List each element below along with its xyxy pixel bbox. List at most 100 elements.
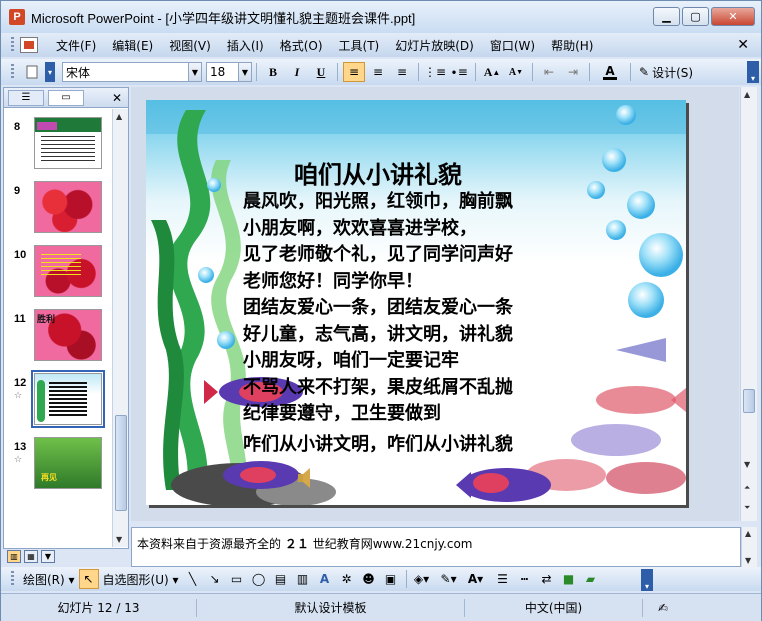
document-icon[interactable] [20, 37, 38, 53]
menu-file[interactable]: 文件(F) [48, 34, 104, 57]
menubar-grip[interactable] [11, 37, 14, 53]
window-title: Microsoft PowerPoint - [小学四年级讲文明懂礼貌主题班会课… [31, 10, 416, 26]
menu-insert[interactable]: 插入(I) [219, 34, 272, 57]
document-close-icon[interactable]: ✕ [737, 37, 749, 53]
scrollbar-thumb[interactable] [115, 415, 127, 511]
notes-pane[interactable]: 本资料来自于资源最齐全的 ２１ 世纪教育网www.21cnjy.com [131, 527, 741, 567]
menu-format[interactable]: 格式(O) [272, 34, 331, 57]
slide-canvas[interactable]: 咱们从小讲礼貌 晨风吹，阳光照，红领巾，胸前飘 小朋友啊，欢欢喜喜进学校， 见了… [146, 100, 686, 505]
new-document-icon[interactable] [21, 62, 43, 82]
decrease-indent-button[interactable]: ⇤ [538, 62, 560, 82]
line-color-button[interactable]: ✎ ▾ [439, 569, 459, 589]
decrease-font-button[interactable]: A ▼ [505, 62, 527, 82]
font-color-button[interactable]: A [595, 62, 625, 82]
normal-view-button[interactable]: ▥ [7, 550, 21, 563]
slide-thumbnail[interactable]: 再见 [34, 437, 102, 489]
font-size-select[interactable]: 18 ▼ [206, 62, 252, 82]
thumbnail-row[interactable]: 11 胜利 [4, 309, 112, 367]
design-button[interactable]: ✎ 设计(S) [635, 62, 697, 82]
thumbnail-row[interactable]: 8 [4, 117, 112, 175]
thumbnail-row[interactable]: 13 ☆ 再见 [4, 437, 112, 495]
align-center-button[interactable]: ≡ [367, 62, 389, 82]
slide-scrollbar[interactable]: ▲ ▼ ⏶ ⏷ [740, 87, 757, 521]
bullets-button[interactable]: ∙≡ [448, 62, 470, 82]
next-slide-icon[interactable]: ⏷ [744, 503, 750, 513]
scroll-down-icon[interactable]: ▼ [116, 535, 122, 544]
scroll-down-icon[interactable]: ▼ [744, 460, 750, 469]
thumbnail-row[interactable]: 9 [4, 181, 112, 239]
bold-button[interactable]: B [262, 62, 284, 82]
slide-number: 13 [14, 441, 27, 453]
dash-style-button[interactable]: ┅ [515, 569, 535, 589]
italic-button[interactable]: I [286, 62, 308, 82]
align-left-button[interactable]: ≡ [343, 62, 365, 82]
thumbnail-row[interactable]: 10 [4, 245, 112, 303]
scroll-up-icon[interactable]: ▲ [116, 112, 122, 121]
underline-button[interactable]: U [310, 62, 332, 82]
arrow-style-button[interactable]: ⇄ [537, 569, 557, 589]
slide-thumbnail[interactable] [34, 117, 102, 169]
line-button[interactable]: ╲ [183, 569, 203, 589]
scroll-down-icon[interactable]: ▼ [745, 556, 751, 565]
slide-thumbnail-selected[interactable] [31, 370, 105, 428]
close-button[interactable]: ✕ [711, 7, 755, 26]
menu-view[interactable]: 视图(V) [161, 34, 219, 57]
menu-tools[interactable]: 工具(T) [331, 34, 388, 57]
diagram-button[interactable]: ✲ [337, 569, 357, 589]
slide-body-text[interactable]: 晨风吹，阳光照，红领巾，胸前飘 小朋友啊，欢欢喜喜进学校， 见了老师敬个礼，见了… [243, 189, 583, 458]
toolbar-grip[interactable] [11, 571, 14, 587]
menu-slideshow[interactable]: 幻灯片放映(D) [387, 34, 482, 57]
powerpoint-app-icon[interactable]: P [9, 9, 25, 25]
slide-title[interactable]: 咱们从小讲礼貌 [294, 155, 462, 190]
font-color-draw-button[interactable]: A ▾ [466, 569, 486, 589]
menu-window[interactable]: 窗口(W) [482, 34, 543, 57]
rectangle-button[interactable]: ▭ [227, 569, 247, 589]
tab-slides[interactable]: ▭ [48, 89, 84, 106]
clipart-button[interactable]: ☻ [359, 569, 379, 589]
align-right-button[interactable]: ≡ [391, 62, 413, 82]
scroll-up-icon[interactable]: ▲ [745, 529, 751, 538]
autoshapes-menu-button[interactable]: 自选图形(U) ▾ [100, 571, 182, 588]
textbox-button[interactable]: ▤ [271, 569, 291, 589]
close-pane-icon[interactable]: ✕ [112, 91, 122, 105]
toolbar-grip[interactable] [11, 64, 14, 80]
slide-thumbnail[interactable]: 胜利 [34, 309, 102, 361]
oval-icon: ◯ [251, 572, 266, 586]
align-right-icon: ≡ [396, 65, 408, 79]
slide-thumbnail[interactable] [34, 181, 102, 233]
numbering-button[interactable]: ⋮≡ [424, 62, 446, 82]
select-objects-button[interactable]: ↖ [78, 569, 99, 589]
fill-color-button[interactable]: ◈ ▾ [412, 569, 432, 589]
tab-outline[interactable]: ☰ [8, 89, 44, 106]
line-style-button[interactable]: ☰ [493, 569, 513, 589]
thumbnail-row[interactable]: 12 ☆ [4, 370, 112, 431]
previous-slide-icon[interactable]: ⏶ [744, 483, 750, 493]
scrollbar-thumb[interactable] [743, 389, 755, 413]
toolbar-overflow-icon[interactable]: ▾ [747, 61, 759, 83]
oval-button[interactable]: ◯ [249, 569, 269, 589]
font-name-select[interactable]: 宋体 ▼ [62, 62, 202, 82]
minimize-button[interactable]: ▁ [653, 7, 680, 26]
increase-font-button[interactable]: A ▲ [481, 62, 503, 82]
slideshow-view-button[interactable]: ▼ [41, 550, 55, 563]
thumbnail-scrollbar[interactable]: ▲ ▼ [112, 109, 128, 547]
picture-button[interactable]: ▣ [381, 569, 401, 589]
vertical-textbox-button[interactable]: ▥ [293, 569, 313, 589]
toolbar-options-icon[interactable]: ▾ [45, 62, 55, 82]
slide-thumbnail[interactable] [34, 245, 102, 297]
scroll-up-icon[interactable]: ▲ [744, 90, 750, 99]
wordart-button[interactable]: A [315, 569, 335, 589]
slide-sorter-view-button[interactable]: ▦ [24, 550, 38, 563]
draw-menu-button[interactable]: 绘图(R) ▾ [20, 571, 78, 588]
menu-edit[interactable]: 编辑(E) [104, 34, 161, 57]
arrow-button[interactable]: ↘ [205, 569, 225, 589]
toolbar-overflow-icon[interactable]: ▾ [641, 569, 653, 591]
increase-indent-button[interactable]: ⇥ [562, 62, 584, 82]
notes-scrollbar[interactable]: ▲ ▼ [741, 527, 757, 567]
restore-icon: ▢ [690, 10, 701, 23]
shadow-style-button[interactable]: ■ [559, 569, 579, 589]
maximize-button[interactable]: ▢ [682, 7, 709, 26]
menu-help[interactable]: 帮助(H) [543, 34, 601, 57]
spelling-status-icon[interactable]: ✍ [643, 599, 683, 617]
3d-style-button[interactable]: ▰ [581, 569, 601, 589]
